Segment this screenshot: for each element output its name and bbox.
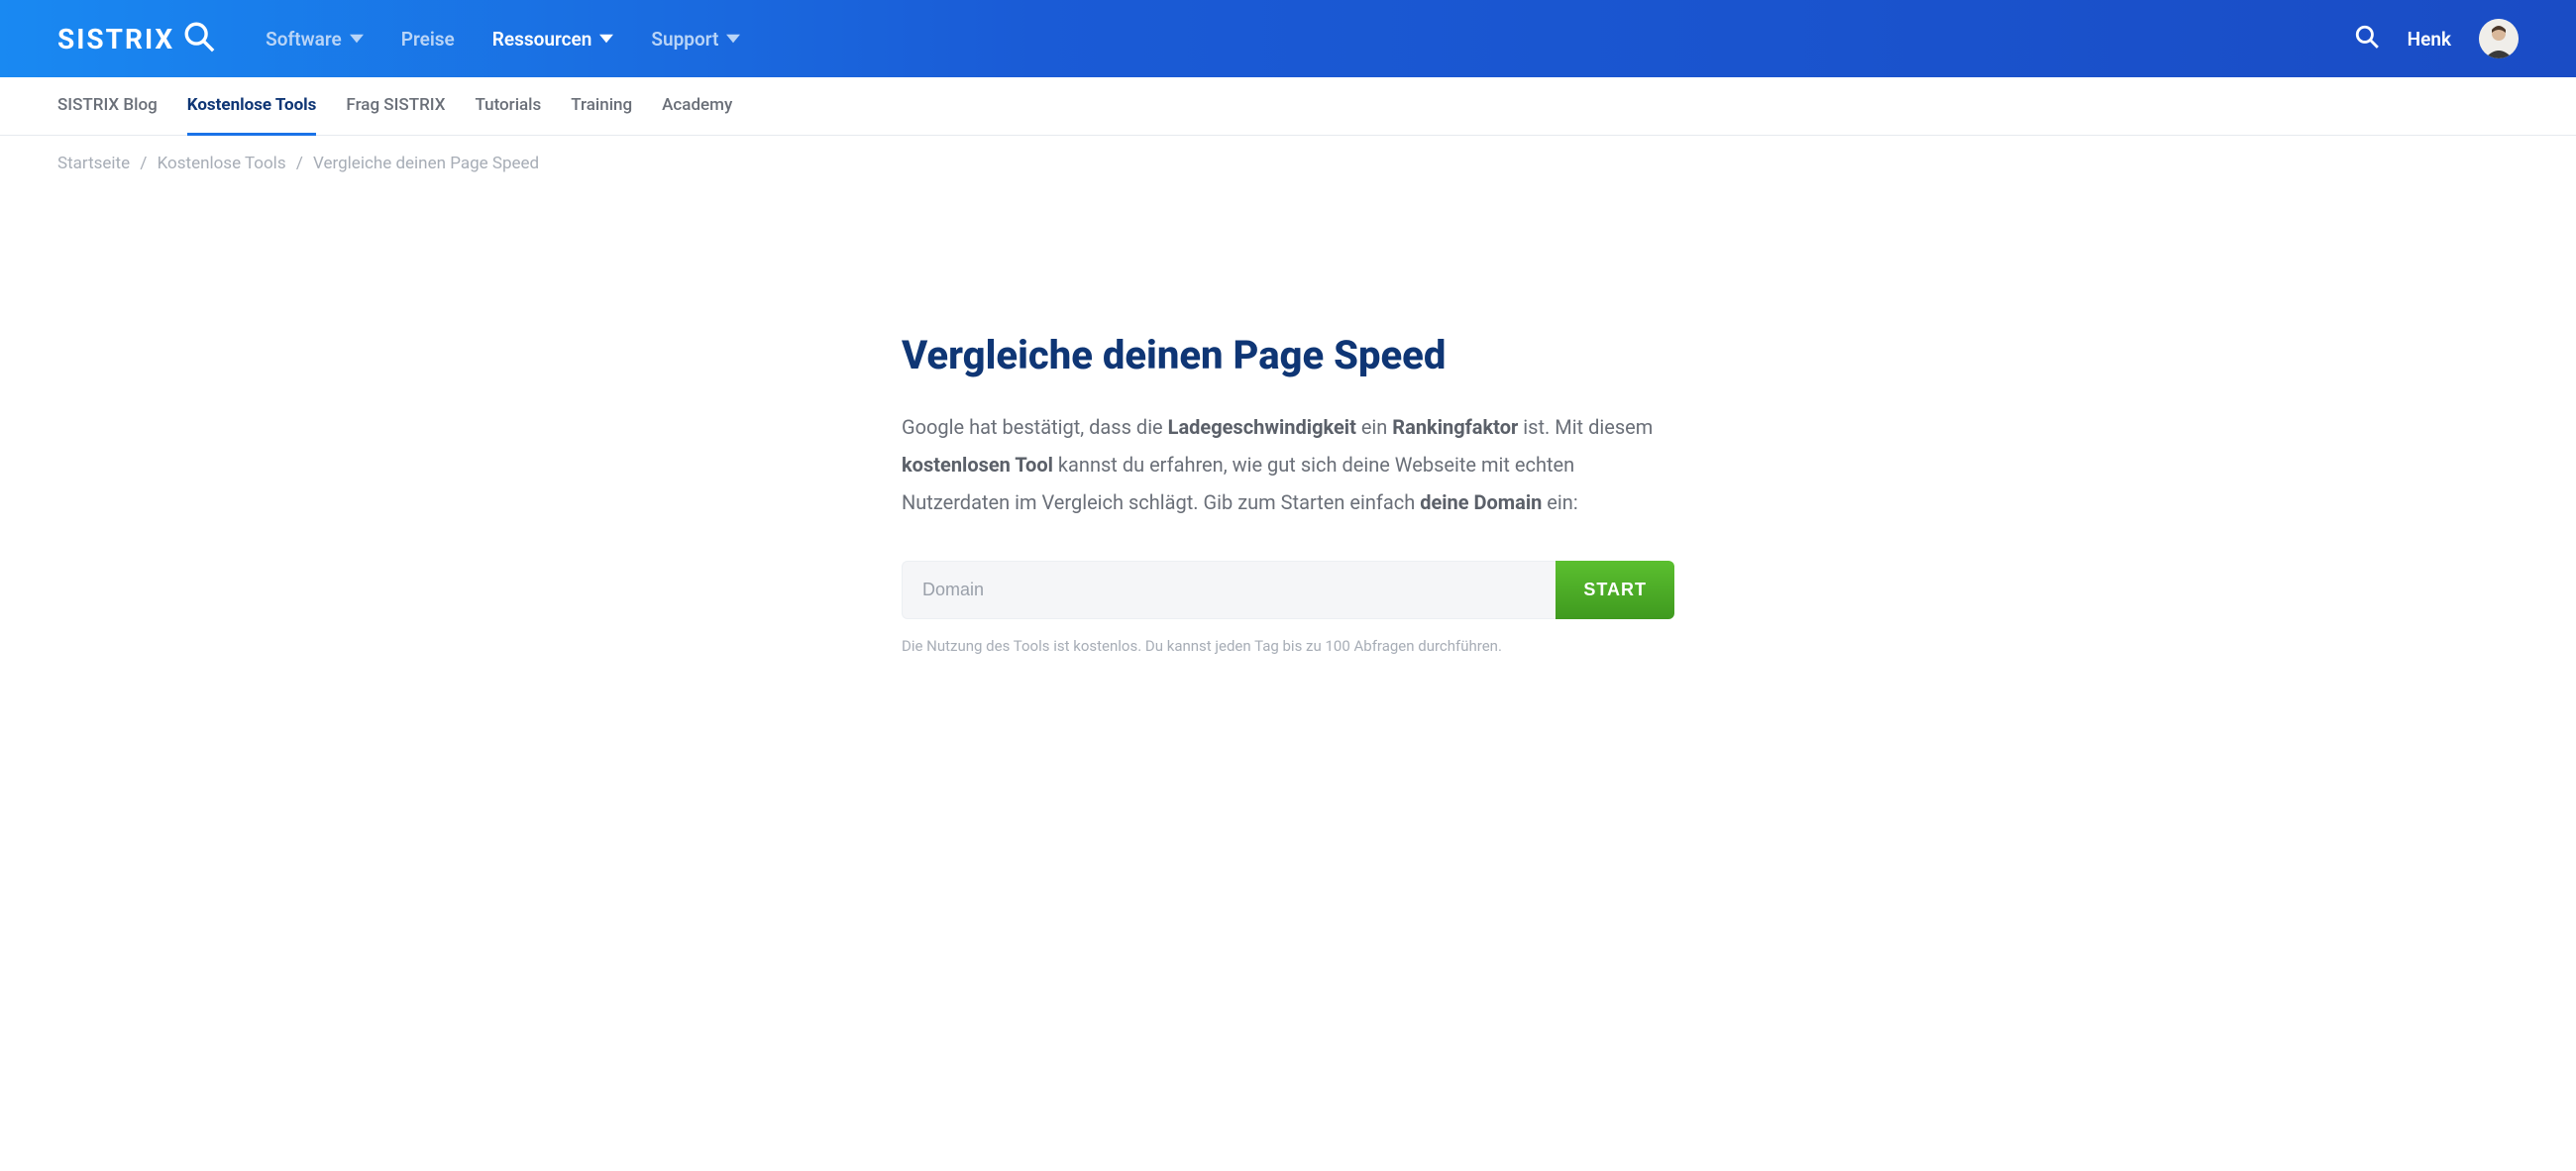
main-nav: Software Preise Ressourcen Support	[266, 28, 740, 51]
start-button[interactable]: START	[1556, 561, 1674, 619]
search-icon[interactable]	[2354, 24, 2380, 53]
breadcrumb-link[interactable]: Startseite	[57, 154, 130, 173]
magnify-icon	[182, 20, 216, 57]
subnav-academy[interactable]: Academy	[662, 77, 732, 135]
nav-ressourcen[interactable]: Ressourcen	[492, 28, 614, 51]
logo[interactable]: SISTRIX	[57, 20, 216, 57]
usage-note: Die Nutzung des Tools ist kostenlos. Du …	[902, 637, 1674, 655]
page-title: Vergleiche deinen Page Speed	[902, 332, 1674, 378]
nav-label: Support	[651, 28, 718, 51]
breadcrumb: Startseite / Kostenlose Tools / Vergleic…	[0, 136, 2576, 173]
subnav-tutorials[interactable]: Tutorials	[475, 77, 541, 135]
nav-support[interactable]: Support	[651, 28, 740, 51]
nav-label: Preise	[401, 28, 455, 51]
domain-input[interactable]	[902, 561, 1556, 619]
nav-label: Ressourcen	[492, 28, 592, 51]
username[interactable]: Henk	[2408, 28, 2451, 51]
avatar[interactable]	[2479, 19, 2519, 58]
breadcrumb-sep: /	[140, 154, 147, 173]
subnav-tools[interactable]: Kostenlose Tools	[187, 77, 317, 136]
topbar-right: Henk	[2354, 19, 2519, 58]
main-content: Vergleiche deinen Page Speed Google hat …	[882, 332, 1694, 655]
logo-text: SISTRIX	[57, 23, 174, 55]
caret-down-icon	[599, 28, 613, 51]
caret-down-icon	[726, 28, 740, 51]
nav-preise[interactable]: Preise	[401, 28, 455, 51]
intro-text: Google hat bestätigt, dass die Ladegesch…	[902, 408, 1674, 521]
breadcrumb-sep: /	[296, 154, 303, 173]
nav-label: Software	[266, 28, 342, 51]
subnav-frag[interactable]: Frag SISTRIX	[346, 77, 445, 135]
caret-down-icon	[350, 28, 364, 51]
breadcrumb-link[interactable]: Kostenlose Tools	[158, 154, 286, 173]
nav-software[interactable]: Software	[266, 28, 364, 51]
top-bar: SISTRIX Software Preise Ressourcen Suppo…	[0, 0, 2576, 77]
subnav-blog[interactable]: SISTRIX Blog	[57, 77, 158, 135]
sub-nav: SISTRIX Blog Kostenlose Tools Frag SISTR…	[0, 77, 2576, 136]
subnav-training[interactable]: Training	[571, 77, 632, 135]
domain-form: START	[902, 561, 1674, 619]
breadcrumb-current: Vergleiche deinen Page Speed	[313, 154, 539, 173]
